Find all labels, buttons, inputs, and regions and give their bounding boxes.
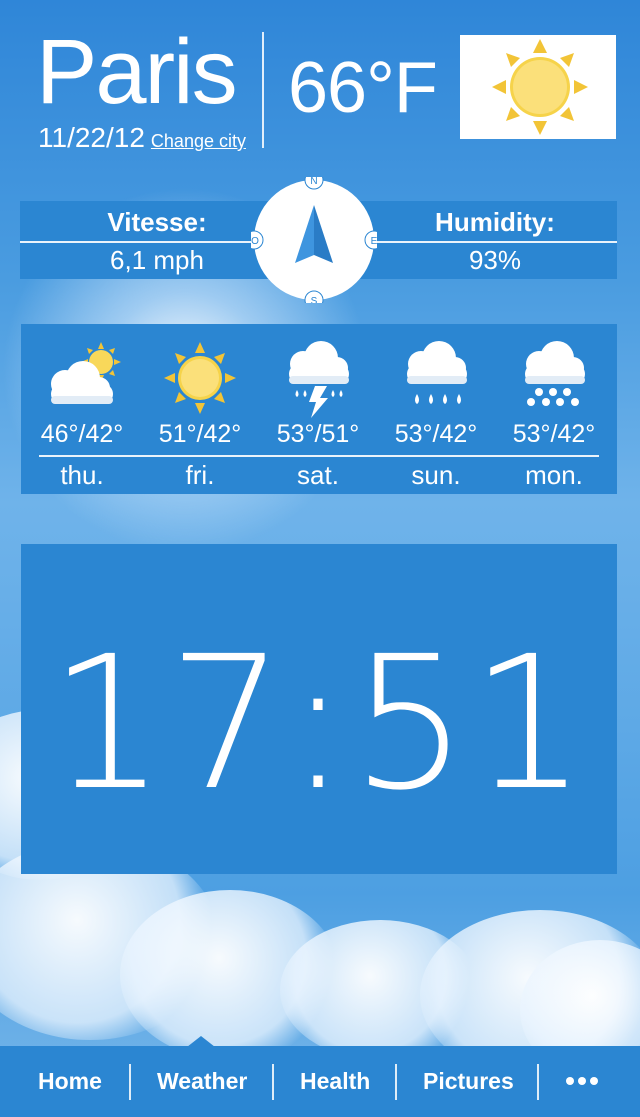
current-date: 11/22/12 (38, 122, 145, 153)
wind-value: 6,1 mph (110, 245, 204, 275)
forecast-day-label: fri. (185, 460, 215, 490)
nav-separator (272, 1064, 274, 1100)
compass-e: E (371, 236, 377, 247)
nav-separator (395, 1064, 397, 1100)
forecast-day-5: 53°/42° mon. (495, 324, 613, 494)
compass-icon: N S O E (251, 177, 377, 303)
clock-time: 17:51 (48, 617, 590, 831)
active-tab-indicator (187, 1036, 215, 1047)
city-name: Paris (36, 21, 238, 123)
compass-o: O (251, 236, 259, 247)
sun-icon (164, 342, 236, 414)
nav-separator (129, 1064, 131, 1100)
forecast-day-1: 46°/42° thu. (23, 324, 141, 494)
partly-cloudy-icon (51, 342, 121, 404)
forecast-day-label: mon. (525, 460, 583, 490)
current-temperature: 66°F (288, 48, 438, 128)
humidity-value: 93% (468, 245, 522, 275)
nav-item-weather[interactable]: Weather (157, 1068, 247, 1095)
forecast-day-2: 51°/42° fri. (141, 324, 259, 494)
forecast-panel: 46°/42° thu. 51°/42° fri. 53°/51° sat. 5… (21, 324, 617, 494)
forecast-day-label: thu. (60, 460, 104, 490)
change-city-link[interactable]: Change city (151, 131, 246, 152)
forecast-temp: 46°/42° (40, 420, 124, 448)
forecast-temp: 53°/42° (512, 420, 596, 448)
forecast-day-label: sat. (297, 460, 339, 490)
header-divider (262, 32, 264, 148)
nav-item-health[interactable]: Health (300, 1068, 370, 1095)
nav-separator (537, 1064, 539, 1100)
clock-panel: 17:51 (21, 544, 617, 874)
forecast-temp: 53°/51° (276, 420, 360, 448)
thunderstorm-icon (289, 341, 349, 418)
compass-n: N (310, 177, 317, 187)
more-dots-icon[interactable] (562, 1063, 602, 1093)
forecast-day-3: 53°/51° sat. (259, 324, 377, 494)
humidity-label: Humidity: (435, 207, 555, 237)
sun-icon (492, 39, 588, 135)
snow-icon (525, 341, 585, 406)
current-condition (460, 35, 616, 139)
forecast-day-label: sun. (411, 460, 461, 490)
wind-label: Vitesse: (107, 207, 207, 237)
nav-item-home[interactable]: Home (38, 1068, 102, 1095)
date-row: 11/22/12 Change city (38, 122, 246, 154)
forecast-day-4: 53°/42° sun. (377, 324, 495, 494)
forecast-temp: 51°/42° (158, 420, 242, 448)
forecast-temp: 53°/42° (394, 420, 478, 448)
compass-s: S (311, 296, 318, 303)
rain-icon (407, 341, 467, 404)
nav-item-pictures[interactable]: Pictures (423, 1068, 514, 1095)
